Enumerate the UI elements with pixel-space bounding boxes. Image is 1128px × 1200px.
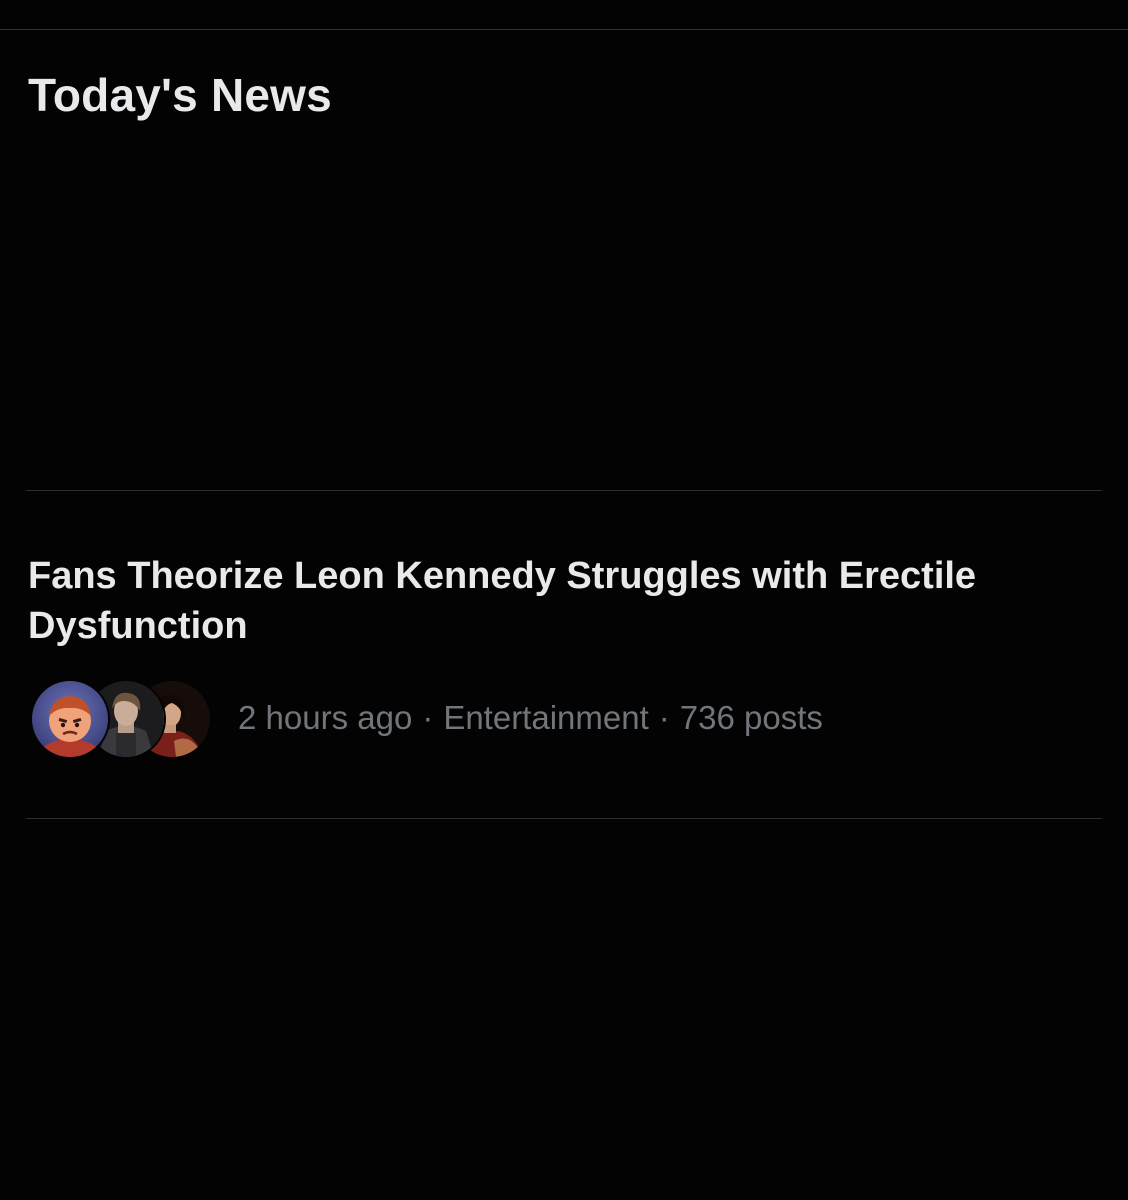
news-item-placeholder [26, 830, 1102, 1190]
section-title: Today's News [28, 69, 332, 121]
news-time: 2 hours ago [238, 699, 413, 736]
news-meta: 2 hours ago · Entertainment · 736 posts [30, 679, 1090, 759]
top-divider [0, 29, 1128, 30]
list-divider [26, 818, 1102, 819]
avatar-cartoon-boy [30, 679, 110, 759]
news-category: Entertainment [443, 699, 649, 736]
news-item-placeholder [26, 140, 1102, 480]
meta-separator: · [658, 699, 670, 736]
news-meta-text: 2 hours ago · Entertainment · 736 posts [238, 699, 823, 737]
news-item[interactable]: Fans Theorize Leon Kennedy Struggles wit… [26, 491, 1102, 818]
news-post-count: 736 posts [679, 699, 823, 736]
meta-separator: · [422, 699, 434, 736]
avatar-stack [30, 679, 212, 759]
news-headline[interactable]: Fans Theorize Leon Kennedy Struggles wit… [28, 551, 1098, 651]
